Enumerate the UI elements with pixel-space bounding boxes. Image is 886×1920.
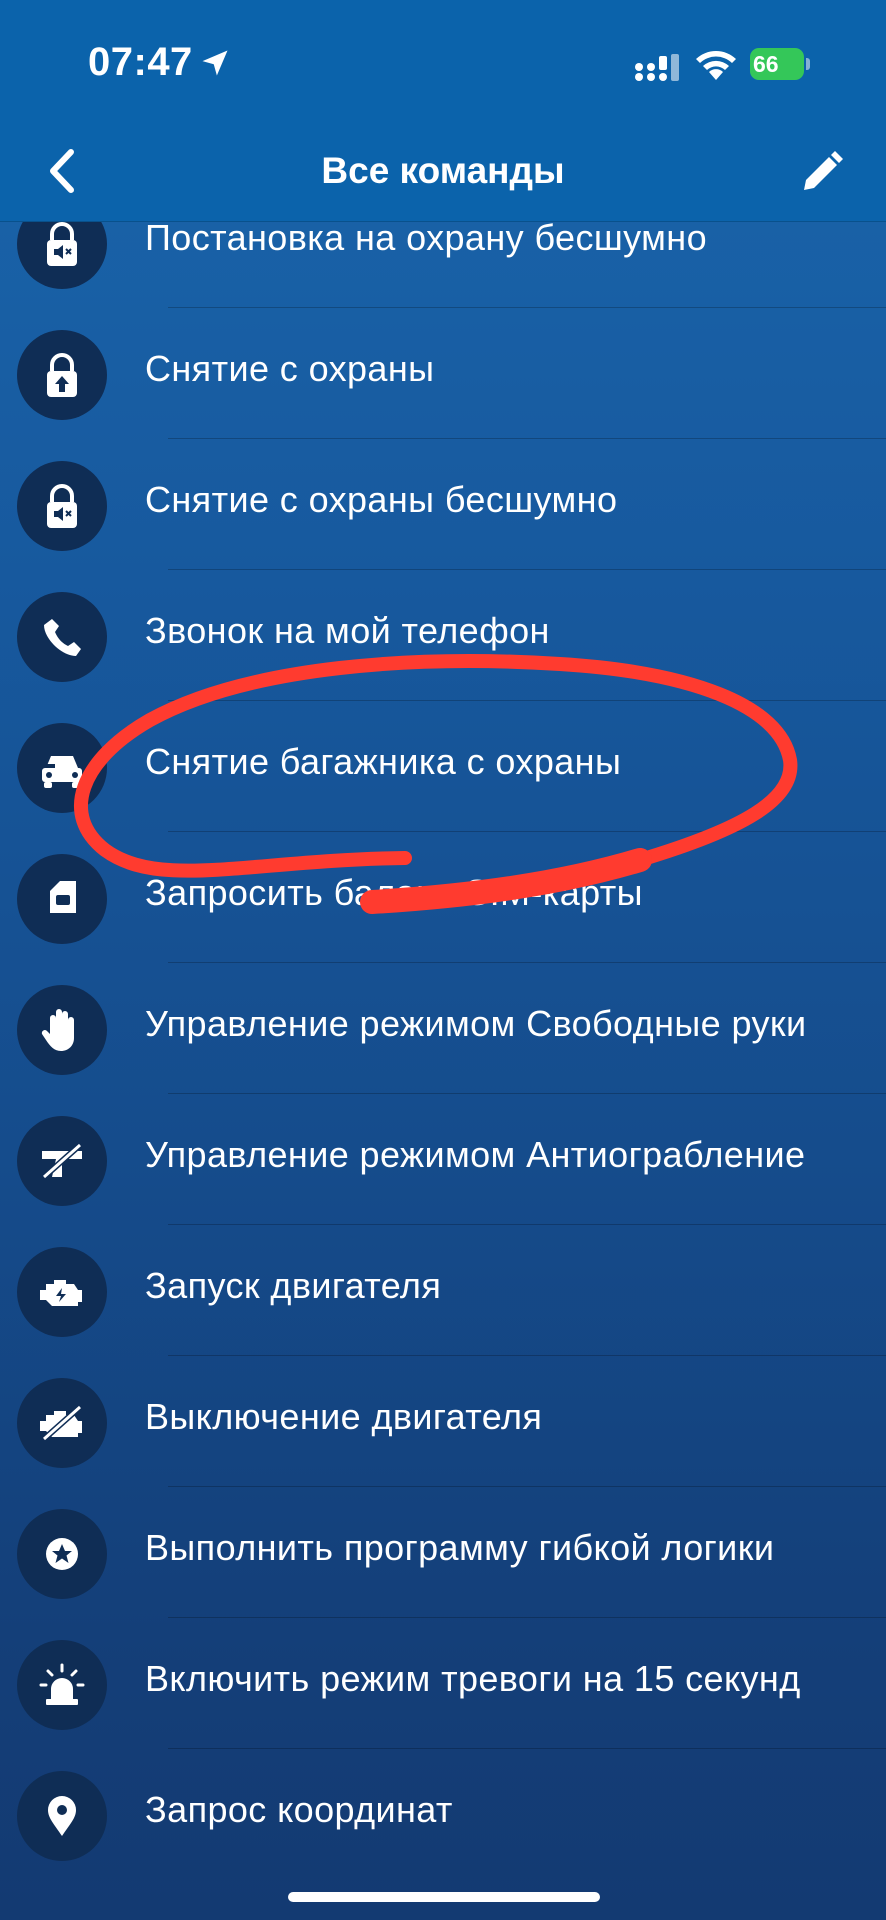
command-item[interactable]: Звонок на мой телефон — [0, 570, 886, 701]
command-item[interactable]: Запрос координат — [0, 1749, 886, 1880]
car-trunk-icon — [17, 723, 107, 813]
unlock-icon — [17, 330, 107, 420]
command-label: Выключение двигателя — [145, 1396, 543, 1437]
home-indicator[interactable] — [288, 1892, 600, 1902]
command-label: Снятие багажника с охраны — [145, 741, 622, 782]
command-label: Управление режимом Антиограбление — [145, 1134, 806, 1175]
wifi-icon — [696, 51, 736, 80]
nav-bar: Все команды — [0, 120, 886, 222]
command-label: Звонок на мой телефон — [145, 610, 550, 651]
command-label: Постановка на охрану бесшумно — [145, 222, 708, 258]
command-item[interactable]: Управление режимом Свободные руки — [0, 963, 886, 1094]
star-badge-icon — [17, 1509, 107, 1599]
status-bar: 07:47 66 — [0, 0, 886, 120]
command-item[interactable]: Выполнить программу гибкой логики — [0, 1487, 886, 1618]
command-item[interactable]: Запуск двигателя — [0, 1225, 886, 1356]
command-item[interactable]: Выключение двигателя — [0, 1356, 886, 1487]
command-item[interactable]: Снятие с охраны — [0, 308, 886, 439]
status-time: 07:47 — [88, 40, 193, 84]
command-item[interactable]: Управление режимом Антиограбление — [0, 1094, 886, 1225]
lock-muted-icon — [17, 222, 107, 289]
battery-level: 66 — [753, 51, 779, 77]
gun-crossed-icon — [17, 1116, 107, 1206]
command-label: Снятие с охраны — [145, 348, 435, 389]
map-pin-icon — [17, 1771, 107, 1861]
phone-icon — [17, 592, 107, 682]
engine-off-icon — [17, 1378, 107, 1468]
command-item[interactable]: Снятие с охраны бесшумно — [0, 439, 886, 570]
command-label: Управление режимом Свободные руки — [145, 1003, 807, 1044]
command-label: Запрос координат — [145, 1789, 453, 1830]
engine-start-icon — [17, 1247, 107, 1337]
sim-card-icon — [17, 854, 107, 944]
command-label: Включить режим тревоги на 15 секунд — [145, 1658, 801, 1699]
lock-muted-icon — [17, 461, 107, 551]
command-item[interactable]: Запросить баланс SIM-карты — [0, 832, 886, 963]
command-label: Снятие с охраны бесшумно — [145, 479, 618, 520]
hand-icon — [17, 985, 107, 1075]
page-title: Все команды — [321, 150, 565, 191]
command-item[interactable]: Включить режим тревоги на 15 секунд — [0, 1618, 886, 1749]
command-list: Постановка на охрану бесшумно Снятие с о… — [0, 222, 886, 1920]
battery-charging-icon: 66 — [750, 48, 810, 80]
command-label: Запросить баланс SIM-карты — [145, 872, 643, 913]
edit-button[interactable] — [796, 148, 846, 198]
command-label: Запуск двигателя — [145, 1265, 442, 1306]
command-label: Выполнить программу гибкой логики — [145, 1527, 775, 1568]
command-item[interactable]: Постановка на охрану бесшумно — [0, 222, 886, 308]
signal-icon — [635, 54, 679, 81]
location-arrow-icon — [202, 50, 228, 76]
command-item[interactable]: Снятие багажника с охраны — [0, 701, 886, 832]
siren-icon — [17, 1640, 107, 1730]
